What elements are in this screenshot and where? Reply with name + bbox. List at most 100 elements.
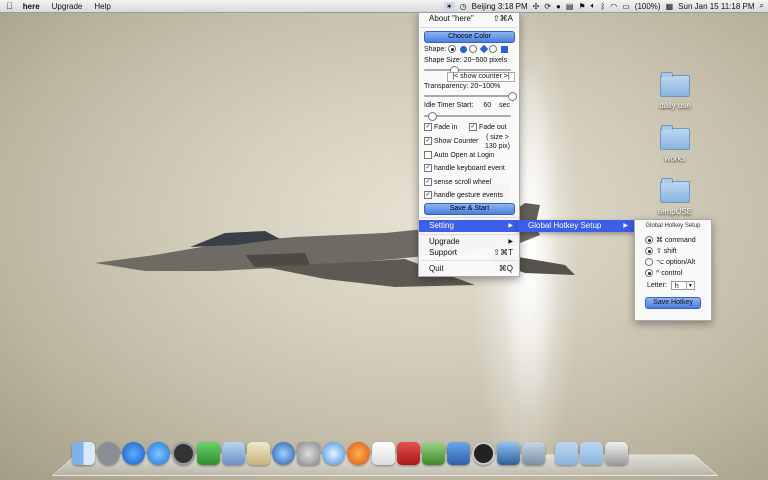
bluetooth-icon[interactable]: ᛒ (600, 2, 605, 11)
messenger-icon[interactable] (197, 442, 220, 465)
menu-upgrade[interactable]: Upgrade (46, 2, 89, 11)
diamond-shape-icon (479, 44, 489, 54)
handle-gesture-label: handle gesture events (434, 191, 503, 199)
idle-timer-knob[interactable] (428, 112, 437, 121)
sync-icon[interactable]: ⟳ (544, 2, 551, 11)
menu-bar:  here Upgrade Help ✶ ◷ Beijing 3:18 PM … (0, 0, 768, 13)
clock-icon: ◷ (459, 1, 467, 11)
video-editor-icon[interactable] (497, 442, 520, 465)
safari-icon[interactable] (322, 442, 345, 465)
menu-item-setting[interactable]: Setting ▶ (419, 220, 519, 232)
menu-item-about[interactable]: About "here" ⇧⌘A (419, 13, 519, 25)
menu-help[interactable]: Help (88, 2, 116, 11)
about-shortcut: ⇧⌘A (492, 14, 513, 23)
app-store-icon[interactable] (147, 442, 170, 465)
disk-utility-icon[interactable] (522, 442, 545, 465)
google-earth-icon[interactable] (272, 442, 295, 465)
save-hotkey-button[interactable]: Save Hotkey (645, 297, 701, 309)
datetime[interactable]: Sun Jan 15 11:18 PM (678, 2, 754, 11)
letter-row: Letter: h ▼ (647, 281, 695, 290)
wifi-icon[interactable]: ◠ (610, 2, 617, 11)
fade-out-checkbox[interactable]: ✓ Fade out (469, 123, 507, 131)
option-check-icon (645, 258, 653, 266)
sphere-icon[interactable]: ● (556, 2, 561, 11)
z-app-icon[interactable] (472, 442, 495, 465)
idle-timer-slider[interactable] (424, 112, 511, 121)
firefox-icon[interactable] (347, 442, 370, 465)
size-note-line1: ( size > (486, 134, 509, 141)
shape-square-radio[interactable] (488, 45, 497, 53)
chart-app-icon[interactable] (247, 442, 270, 465)
option-label: ⌥ option/Alt (656, 259, 696, 266)
trash-icon[interactable] (605, 442, 628, 465)
shape-label: Shape: (424, 45, 447, 53)
shape-diamond-radio[interactable] (469, 45, 478, 53)
shape-row: Shape: (424, 44, 508, 54)
flag-us-icon[interactable]: ▦ (666, 2, 674, 11)
fighter-jet-image (95, 183, 575, 287)
modifier-control-checkbox[interactable]: ^ control (645, 269, 682, 277)
checkmark-icon: ✓ (424, 164, 432, 172)
search-icon[interactable]: ⌕ (760, 1, 764, 11)
transparency-slider[interactable] (424, 92, 517, 101)
flag-icon[interactable]: ⚑ (578, 2, 585, 11)
fan-icon[interactable]: ✣ (533, 2, 540, 11)
preview-icon[interactable] (222, 442, 245, 465)
apple-menu-icon[interactable]:  (0, 1, 17, 11)
separator (420, 27, 518, 28)
desktop-folder-tempuse[interactable]: tempUSE (650, 178, 700, 216)
system-preferences-icon[interactable] (297, 442, 320, 465)
volume-icon[interactable]: 🔈︎ (591, 1, 596, 11)
finder-icon[interactable] (72, 442, 95, 465)
submenu-global-hotkey-setup[interactable]: Global Hotkey Setup ▶ (518, 220, 634, 232)
fade-in-checkbox[interactable]: ✓ Fade in (424, 123, 457, 131)
transparency-knob[interactable] (508, 92, 517, 101)
global-hotkey-label: Global Hotkey Setup (528, 221, 602, 230)
save-start-button[interactable]: Save & Start (424, 203, 515, 215)
world-clock[interactable]: Beijing 3:18 PM (472, 2, 528, 11)
checkbox-empty-icon (424, 151, 432, 159)
handle-keyboard-checkbox[interactable]: ✓ handle keyboard event (424, 164, 505, 172)
menu-item-support[interactable]: Support ⇧⌘T (419, 247, 519, 259)
shift-label: ⇧ shift (656, 248, 677, 255)
sense-scroll-checkbox[interactable]: ✓ sense scroll wheel (424, 178, 491, 186)
about-label: About "here" (429, 14, 474, 23)
size-note: ( size > 130 pix) (485, 133, 510, 151)
hotkey-panel-title: Global Hotkey Setup (645, 223, 701, 229)
desktop-folder-works[interactable]: works (650, 125, 700, 163)
keyboard-icon[interactable]: ▤ (566, 2, 574, 11)
modifier-option-checkbox[interactable]: ⌥ option/Alt (645, 258, 695, 266)
auto-open-checkbox[interactable]: Auto Open at Login (424, 151, 494, 159)
command-label: ⌘ command (656, 237, 696, 244)
launchpad-icon[interactable] (97, 442, 120, 465)
dashboard-icon[interactable] (172, 442, 195, 465)
shape-circle-radio[interactable] (448, 45, 457, 53)
pencil-app-icon[interactable] (422, 442, 445, 465)
modifier-shift-checkbox[interactable]: ⇧ shift (645, 247, 677, 255)
applications-folder-icon[interactable] (555, 442, 578, 465)
global-hotkey-panel: Global Hotkey Setup ⌘ command ⇧ shift ⌥ … (634, 219, 712, 321)
handle-gesture-checkbox[interactable]: ✓ handle gesture events (424, 191, 503, 199)
menu-app-here[interactable]: here (17, 2, 46, 11)
menu-item-quit[interactable]: Quit ⌘Q (419, 263, 519, 275)
show-counter-checkbox[interactable]: ✓ Show Counter (424, 137, 478, 145)
size-note-line2: 130 pix) (485, 143, 510, 150)
modifier-command-checkbox[interactable]: ⌘ command (645, 236, 696, 244)
letter-select[interactable]: h ▼ (670, 281, 695, 290)
idle-timer-unit: sec (499, 102, 511, 109)
itunes-icon[interactable] (122, 442, 145, 465)
idle-timer-label: Idle Timer Start: (424, 102, 474, 109)
xcode-icon[interactable] (447, 442, 470, 465)
support-shortcut: ⇧⌘T (493, 248, 513, 257)
textedit-icon[interactable] (372, 442, 395, 465)
desktop-folder-daily-use[interactable]: daily use (650, 72, 700, 110)
downloads-folder-icon[interactable] (580, 442, 603, 465)
submenu-arrow-icon: ▶ (508, 223, 513, 229)
choose-color-button[interactable]: Choose Color (424, 31, 515, 43)
here-status-icon[interactable]: ✶ (443, 1, 455, 11)
dock-divider (547, 442, 553, 472)
battery-icon[interactable]: ▭ (622, 2, 630, 11)
rocket-icon[interactable] (397, 442, 420, 465)
control-check-icon (645, 269, 653, 277)
shape-size-slider[interactable] (424, 66, 511, 75)
